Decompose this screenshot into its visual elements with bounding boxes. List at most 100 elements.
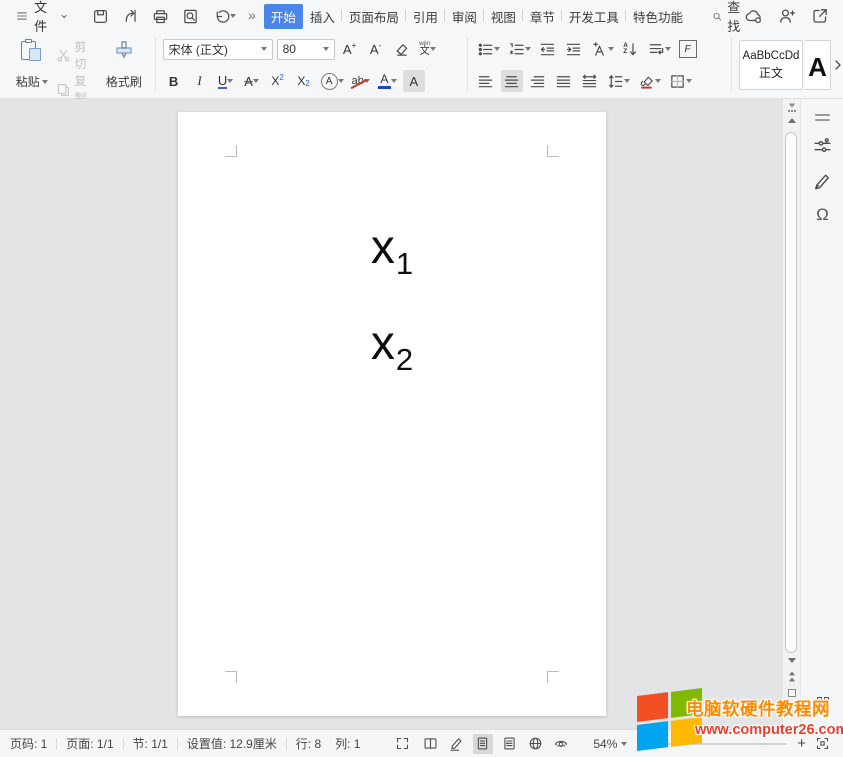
sidebar-properties-button[interactable] [801, 137, 843, 156]
outline-view-button[interactable] [499, 734, 519, 754]
font-color-button[interactable]: A [376, 70, 399, 92]
justify-icon [555, 73, 572, 90]
cut-label: 剪切 [74, 38, 98, 72]
align-left-button[interactable] [475, 70, 497, 92]
strikethrough-button[interactable]: A [241, 70, 263, 92]
bold-button[interactable]: B [163, 70, 185, 92]
select-browse-object-button[interactable] [783, 689, 800, 697]
web-view-button[interactable] [525, 734, 545, 754]
undo-button[interactable] [208, 4, 240, 28]
export-button[interactable] [118, 4, 142, 28]
clipboard-group: 粘贴 剪切 复制 格式刷 [10, 36, 148, 94]
fullscreen-button[interactable] [392, 734, 412, 754]
tab-dev-tools[interactable]: 开发工具 [562, 4, 626, 29]
book-icon [423, 736, 438, 751]
numbered-list-button[interactable] [506, 38, 533, 60]
char-shading-button[interactable]: A [403, 70, 425, 92]
sort-button[interactable]: AZ [620, 38, 642, 60]
document-line-1: x1 [178, 208, 606, 304]
styles-more-icon[interactable] [833, 59, 843, 71]
shading-icon [638, 73, 655, 90]
scroll-up-button[interactable] [783, 118, 800, 123]
align-left-icon [477, 73, 494, 90]
sidebar-symbol-button[interactable]: Ω [801, 205, 843, 225]
cloud-sync-icon[interactable] [745, 7, 763, 25]
eye-protection-button[interactable] [551, 734, 571, 754]
zoom-in-button[interactable]: + [794, 735, 809, 752]
font-name-combo[interactable]: 宋体 (正文) [163, 39, 273, 60]
read-layout-button[interactable] [421, 734, 441, 754]
distribute-button[interactable] [579, 70, 601, 92]
file-menu-button[interactable]: 文件 [16, 0, 68, 35]
font-size-combo[interactable]: 80 [277, 39, 335, 60]
print-button[interactable] [148, 4, 172, 28]
frame-button[interactable]: F [677, 38, 699, 60]
tab-references[interactable]: 引用 [406, 4, 445, 29]
scroll-down-button[interactable] [783, 658, 800, 663]
sidebar-collapse-button[interactable] [801, 111, 843, 124]
zoom-slider[interactable] [660, 743, 786, 745]
status-section: 节: 1/1 [133, 735, 168, 752]
print-preview-button[interactable] [178, 4, 202, 28]
edit-mode-button[interactable] [447, 734, 467, 754]
style-next[interactable]: A [805, 40, 831, 90]
align-center-button[interactable] [501, 70, 523, 92]
paste-button[interactable]: 粘贴 [10, 36, 54, 94]
tab-section[interactable]: 章节 [523, 4, 562, 29]
paragraph-mark-button[interactable] [646, 38, 673, 60]
tab-view[interactable]: 视图 [484, 4, 523, 29]
tab-home[interactable]: 开始 [264, 4, 303, 29]
more-commands-button[interactable]: » [248, 7, 256, 23]
vertical-scrollbar[interactable] [783, 99, 800, 729]
fit-page-button[interactable] [813, 734, 833, 754]
format-painter-button[interactable]: 格式刷 [100, 36, 148, 94]
share-icon[interactable] [811, 7, 829, 25]
clear-format-button[interactable] [391, 38, 413, 60]
decrease-indent-button[interactable] [537, 38, 559, 60]
pencil-icon [449, 736, 464, 751]
sidebar-grid-button[interactable] [801, 697, 843, 709]
cut-button[interactable]: 剪切 [56, 38, 99, 72]
line-spacing-button[interactable] [605, 70, 632, 92]
tab-insert[interactable]: 插入 [303, 4, 342, 29]
margin-mark-bottom-right [547, 671, 559, 683]
underline-button[interactable]: U [215, 70, 237, 92]
sidebar-pen-button[interactable] [801, 171, 843, 190]
invite-user-icon[interactable] [778, 7, 796, 25]
bullet-list-button[interactable] [475, 38, 502, 60]
tab-review[interactable]: 审阅 [445, 4, 484, 29]
margin-mark-bottom-left [225, 671, 237, 683]
char-scale-button[interactable] [589, 38, 616, 60]
superscript-button[interactable]: X2 [267, 70, 289, 92]
ribbon: 粘贴 剪切 复制 格式刷 宋体 (正文) [0, 32, 843, 99]
align-right-button[interactable] [527, 70, 549, 92]
italic-button[interactable]: I [189, 70, 211, 92]
increase-font-button[interactable]: A+ [339, 38, 361, 60]
page[interactable]: x1 x2 [178, 112, 606, 716]
tab-special-features[interactable]: 特色功能 [626, 4, 690, 29]
pinyin-guide-button[interactable]: wén文 [417, 38, 439, 60]
page-view-button[interactable] [473, 734, 493, 754]
text-effects-button[interactable]: A [319, 70, 346, 92]
undo-caret[interactable] [230, 14, 236, 18]
save-button[interactable] [88, 4, 112, 28]
zoom-out-button[interactable]: − [637, 735, 652, 752]
style-normal[interactable]: AaBbCcDd 正文 [739, 40, 803, 90]
search-button[interactable]: 查找 [712, 0, 745, 35]
decrease-font-button[interactable]: A- [365, 38, 387, 60]
increase-indent-button[interactable] [563, 38, 585, 60]
previous-page-button[interactable] [783, 671, 800, 682]
scrollbar-thumb[interactable] [785, 132, 797, 653]
separator [467, 38, 468, 92]
tab-page-layout[interactable]: 页面布局 [342, 4, 406, 29]
ribbon-tabs: 开始 插入 页面布局 引用 审阅 视图 章节 开发工具 特色功能 [264, 4, 690, 29]
borders-button[interactable] [667, 70, 694, 92]
subscript-button[interactable]: X2 [293, 70, 315, 92]
format-painter-icon [113, 39, 135, 63]
document-area[interactable]: x1 x2 [0, 99, 783, 729]
highlight-button[interactable]: ab [350, 70, 372, 92]
ruler-toggle-button[interactable] [783, 103, 800, 112]
shading-button[interactable] [636, 70, 663, 92]
justify-button[interactable] [553, 70, 575, 92]
zoom-level-button[interactable]: 54% [593, 737, 627, 751]
